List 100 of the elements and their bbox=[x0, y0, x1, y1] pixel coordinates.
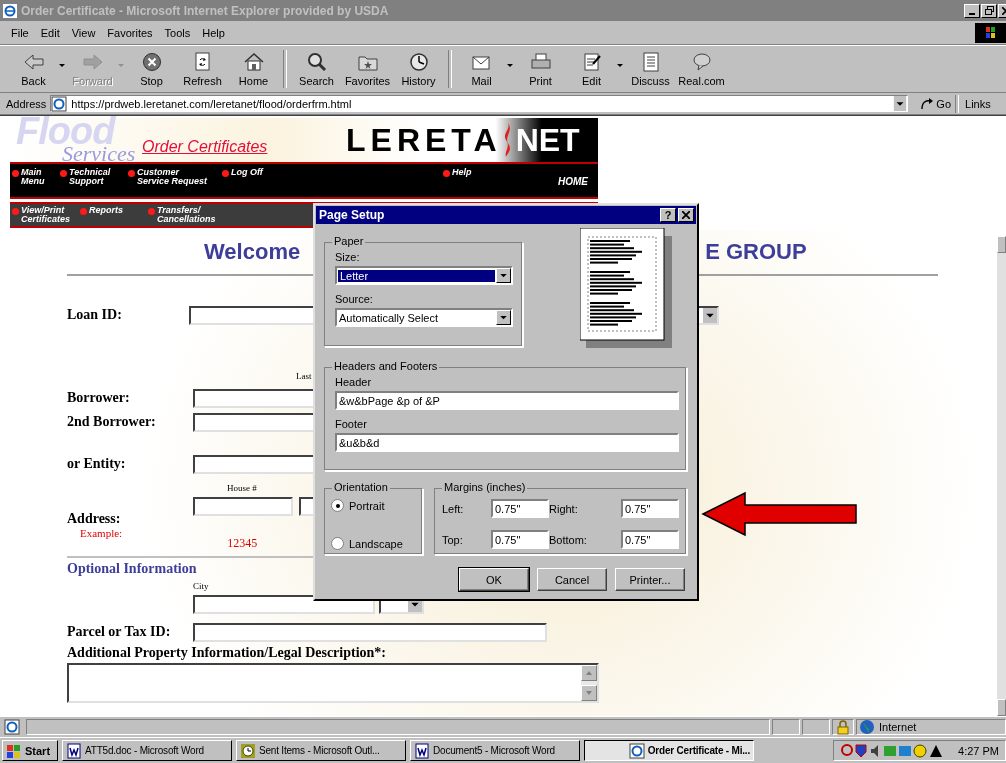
field-label: Parcel or Tax ID: bbox=[67, 624, 172, 640]
footer-field[interactable]: &u&b&d bbox=[335, 433, 679, 452]
back-arrow-icon bbox=[22, 51, 45, 72]
page-title: E GROUP bbox=[705, 239, 807, 265]
close-button[interactable] bbox=[678, 208, 694, 222]
status-pane bbox=[802, 719, 830, 735]
start-button[interactable]: Start bbox=[2, 740, 58, 761]
field-label: Address: bbox=[67, 511, 122, 527]
brand-text: NET bbox=[515, 121, 580, 159]
source-dropdown[interactable]: Automatically Select bbox=[335, 308, 513, 327]
windows-logo-icon bbox=[6, 742, 22, 759]
taskbar-button[interactable]: ATT5d.doc - Microsoft Word bbox=[62, 740, 232, 761]
dialog-button[interactable]: Cancel bbox=[537, 568, 607, 591]
bullet-icon bbox=[12, 170, 19, 177]
menu-item[interactable]: Edit bbox=[34, 25, 66, 41]
nav-link[interactable]: Transfers/ Cancellations bbox=[157, 206, 216, 224]
margin-field[interactable]: 0.75" bbox=[491, 499, 549, 518]
dialog-button[interactable]: Printer... bbox=[615, 568, 685, 591]
speech-bubble-icon bbox=[690, 51, 713, 72]
caret-icon[interactable] bbox=[617, 63, 623, 67]
input-field[interactable] bbox=[193, 497, 293, 516]
go-button[interactable]: Go bbox=[916, 96, 956, 111]
document-icon bbox=[66, 742, 82, 759]
bullet-icon bbox=[128, 170, 135, 177]
field-label: Bottom: bbox=[549, 533, 588, 546]
home-link[interactable]: HOME bbox=[558, 176, 588, 187]
toolbar-button[interactable]: Search bbox=[291, 48, 342, 90]
field-label: Loan ID: bbox=[67, 307, 123, 323]
nav-link[interactable]: Reports bbox=[89, 206, 123, 215]
field-hint: Last bbox=[296, 371, 312, 381]
toolbar-button[interactable]: Real.com bbox=[676, 48, 727, 90]
toolbar-button[interactable]: Stop bbox=[126, 48, 177, 90]
radio-button[interactable]: Landscape bbox=[331, 537, 416, 550]
globe-icon bbox=[859, 719, 875, 735]
input-field[interactable] bbox=[193, 622, 547, 642]
minimize-button[interactable] bbox=[964, 3, 980, 18]
field-label: Additional Property Information/Legal Description*: bbox=[67, 645, 387, 661]
minimize-icon bbox=[969, 12, 975, 15]
windows-logo-icon bbox=[975, 23, 1006, 43]
restore-button[interactable] bbox=[981, 3, 997, 18]
dialog-button[interactable]: OK bbox=[459, 568, 529, 591]
radio-button[interactable]: Portrait bbox=[331, 499, 416, 512]
scrollbar[interactable] bbox=[581, 665, 597, 701]
nav-link[interactable]: View/Print Certificates bbox=[21, 206, 71, 224]
nav-link[interactable]: Main Menu bbox=[21, 168, 45, 186]
text-area[interactable] bbox=[67, 663, 599, 703]
section-heading: Optional Information bbox=[67, 561, 198, 577]
header-field[interactable]: &w&bPage &p of &P bbox=[335, 391, 679, 410]
toolbar-button[interactable]: Home bbox=[228, 48, 279, 90]
clock-icon bbox=[240, 742, 256, 759]
size-dropdown[interactable]: Letter bbox=[335, 266, 513, 285]
field-label: or Entity: bbox=[67, 456, 127, 472]
nav-link[interactable]: Technical Support bbox=[69, 168, 111, 186]
field-label: 2nd Borrower: bbox=[67, 414, 157, 430]
group-label: Orientation bbox=[332, 481, 390, 493]
toolbar-button[interactable]: Print bbox=[515, 48, 566, 90]
field-label: Header bbox=[335, 376, 373, 388]
help-button[interactable]: ? bbox=[660, 208, 676, 222]
page-title: Welcome bbox=[204, 239, 301, 265]
scrollbar[interactable] bbox=[997, 236, 1006, 716]
printer-icon bbox=[529, 51, 552, 72]
bullet-icon bbox=[148, 208, 155, 215]
margin-field[interactable]: 0.75" bbox=[621, 530, 679, 549]
field-label: Left: bbox=[442, 502, 465, 515]
menu-item[interactable]: File bbox=[5, 25, 35, 41]
margin-field[interactable]: 0.75" bbox=[491, 530, 549, 549]
order-certificates-link[interactable]: Order Certificates bbox=[142, 138, 268, 156]
stop-icon bbox=[140, 51, 163, 72]
toolbar-button[interactable]: Favorites bbox=[342, 48, 393, 90]
field-label: Size: bbox=[335, 251, 361, 263]
caret-icon[interactable] bbox=[59, 63, 65, 67]
taskbar-button[interactable]: Document5 - Microsoft Word bbox=[410, 740, 580, 761]
menu-item[interactable]: Help bbox=[196, 25, 231, 41]
margin-field[interactable]: 0.75" bbox=[621, 499, 679, 518]
toolbar-button[interactable]: Discuss bbox=[625, 48, 676, 90]
field-hint: House # bbox=[227, 483, 257, 493]
example-value: 12345 bbox=[227, 536, 258, 551]
bullet-icon bbox=[80, 208, 87, 215]
caret-icon[interactable] bbox=[507, 63, 513, 67]
menu-item[interactable]: View bbox=[65, 25, 102, 41]
window-title: Order Certificate - Microsoft Internet Explorer provided by USDA bbox=[21, 3, 390, 18]
document-icon bbox=[414, 742, 430, 759]
nav-link[interactable]: Log Off bbox=[231, 168, 263, 177]
links-button[interactable]: Links bbox=[959, 97, 997, 110]
menu-item[interactable]: Favorites bbox=[101, 25, 159, 41]
toolbar-button[interactable]: Refresh bbox=[177, 48, 228, 90]
toolbar-button[interactable]: Mail bbox=[456, 48, 507, 90]
nav-link[interactable]: Help bbox=[452, 168, 472, 177]
address-field[interactable]: https://prdweb.leretanet.com/leretanet/flood/orderfrm.html bbox=[50, 95, 909, 112]
nav-link[interactable]: Customer Service Request bbox=[137, 168, 208, 186]
taskbar-button[interactable]: Order Certificate - Mi... bbox=[584, 740, 754, 761]
menu-item[interactable]: Tools bbox=[158, 25, 197, 41]
bullet-icon bbox=[12, 208, 19, 215]
toolbar-button[interactable]: Edit bbox=[566, 48, 617, 90]
field-label: Source: bbox=[335, 293, 374, 305]
taskbar-button[interactable]: Sent Items - Microsoft Outl... bbox=[236, 740, 406, 761]
toolbar-button[interactable]: Back bbox=[8, 48, 59, 90]
group-label: Paper bbox=[332, 235, 366, 247]
toolbar-button[interactable]: History bbox=[393, 48, 444, 90]
field-hint: City bbox=[193, 581, 209, 591]
